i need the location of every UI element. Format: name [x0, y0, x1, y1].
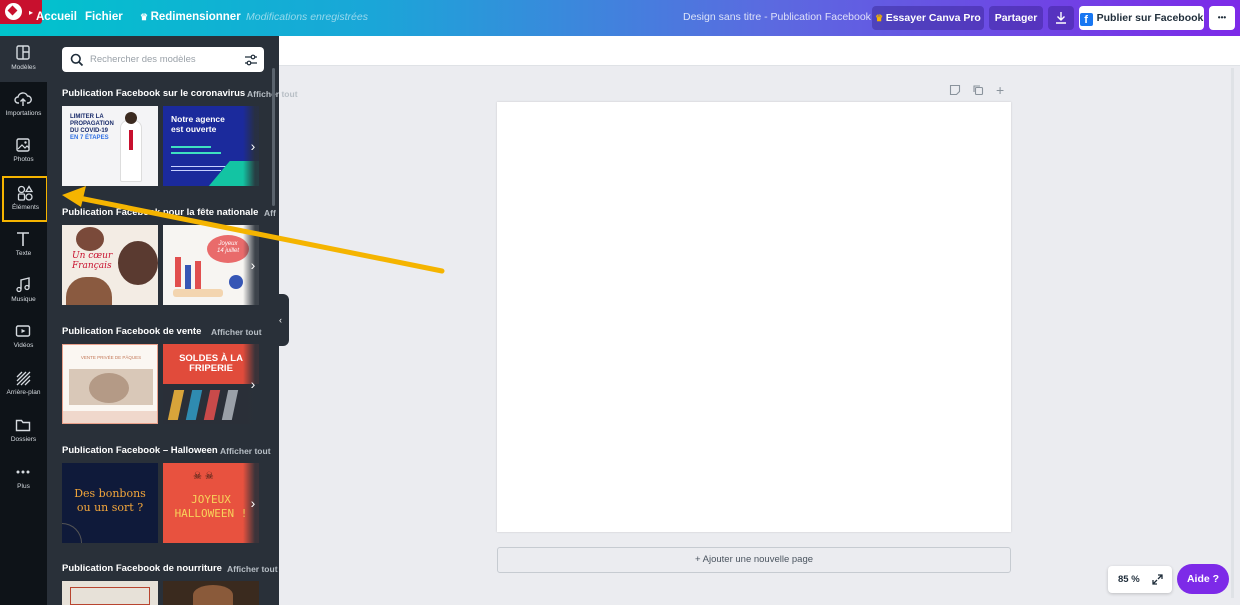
annotation-arrow	[62, 186, 445, 274]
